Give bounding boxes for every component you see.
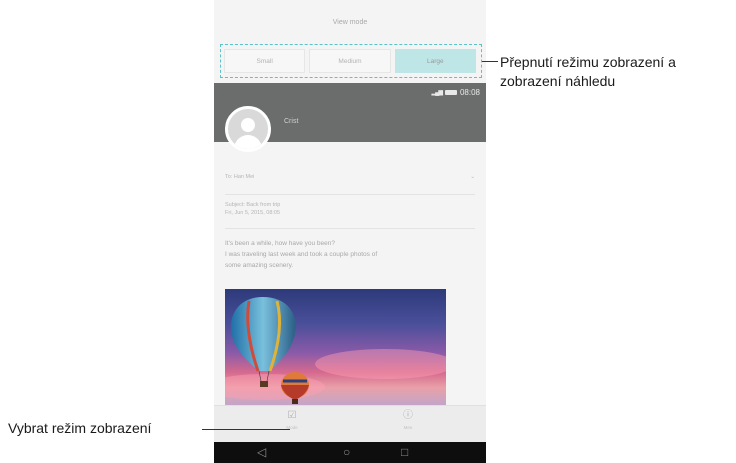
view-mode-button[interactable]: ☑ Mode bbox=[262, 410, 322, 430]
sender-name: Crist bbox=[284, 118, 299, 125]
info-icon: ⓘ bbox=[403, 410, 413, 421]
bottom-action-bar: ☑ Mode ⓘ Mee bbox=[214, 405, 486, 443]
body-line: It's been a while, how have you been? bbox=[225, 240, 336, 247]
callout-view-mode-preview: Přepnutí režimu zobrazení a zobrazení ná… bbox=[500, 53, 676, 91]
balloon-graphic bbox=[230, 297, 309, 404]
subject-text: Subject: Back from trip bbox=[225, 202, 281, 208]
battery-icon bbox=[444, 90, 457, 95]
avatar-body-icon bbox=[234, 135, 262, 149]
email-body: It's been a while, how have you been? I … bbox=[225, 238, 480, 271]
divider bbox=[225, 228, 475, 229]
status-time: 08:08 bbox=[459, 88, 480, 97]
body-line: I was traveling last week and took a cou… bbox=[225, 251, 378, 258]
home-icon[interactable]: ○ bbox=[343, 445, 350, 460]
subject-block: Subject: Back from trip Fri, Jun 5, 2015… bbox=[225, 201, 280, 217]
hot-air-balloon-small bbox=[281, 372, 309, 404]
balloon-photo[interactable] bbox=[225, 289, 446, 405]
divider bbox=[225, 194, 475, 195]
recipient-text: To: Han Mei bbox=[225, 174, 255, 180]
date-text: Fri, Jun 5, 2015, 08:05 bbox=[225, 210, 281, 216]
callout-line1: Přepnutí režimu zobrazení a bbox=[500, 54, 676, 70]
checkbox-icon: ☑ bbox=[287, 410, 297, 421]
chevron-down-icon[interactable]: ⌄ bbox=[470, 174, 475, 180]
body-line: some amazing scenery. bbox=[225, 262, 294, 269]
avatar[interactable] bbox=[225, 106, 271, 152]
signal-icon: ▂▄▆ bbox=[431, 90, 443, 96]
more-label: Mee bbox=[403, 425, 413, 430]
view-mode-title: View mode bbox=[332, 19, 368, 26]
view-mode-highlight bbox=[220, 44, 482, 78]
callout-line2: zobrazení náhledu bbox=[500, 73, 616, 89]
recipient-row[interactable]: To: Han Mei ⌄ bbox=[225, 174, 475, 180]
status-bar: ▂▄▆ 08:08 bbox=[431, 88, 480, 97]
callout-line bbox=[202, 429, 290, 430]
hot-air-balloon-large bbox=[230, 297, 296, 387]
system-nav-bar: ◁ ○ □ bbox=[214, 442, 486, 463]
more-button[interactable]: ⓘ Mee bbox=[378, 410, 438, 430]
callout-select-view-mode: Vybrat režim zobrazení bbox=[8, 420, 152, 436]
avatar-head-icon bbox=[241, 118, 255, 132]
back-icon[interactable]: ◁ bbox=[257, 445, 266, 460]
callout-line bbox=[482, 61, 498, 62]
recents-icon[interactable]: □ bbox=[401, 445, 408, 460]
